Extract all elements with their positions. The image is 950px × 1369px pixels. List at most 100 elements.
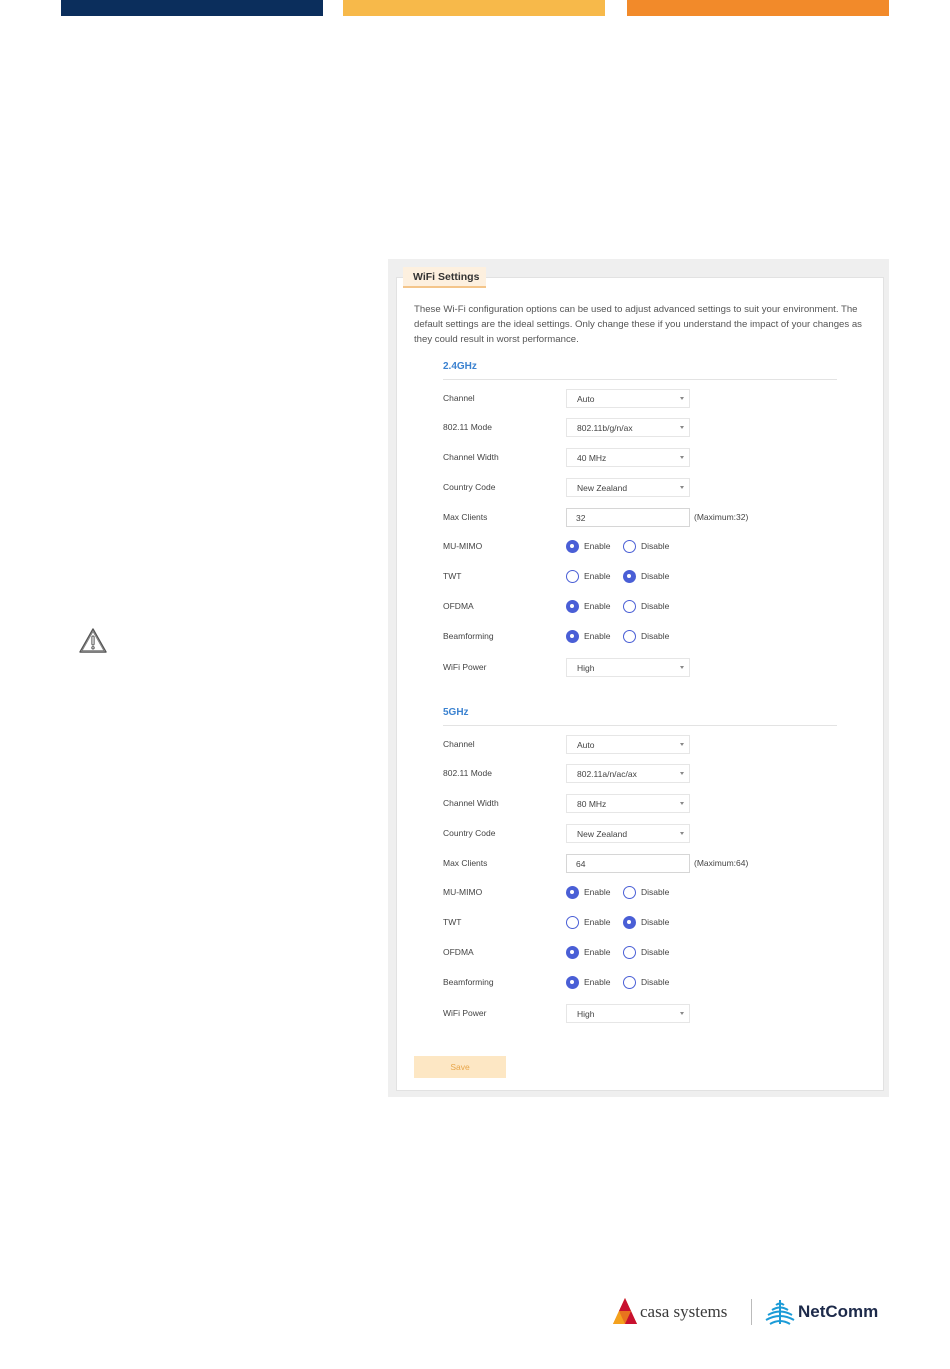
chevron-down-icon	[680, 486, 684, 489]
wifi-settings-tab[interactable]: WiFi Settings	[403, 267, 486, 288]
mumimo-disable-radio-5ghz[interactable]	[623, 886, 636, 899]
chevron-down-icon	[680, 456, 684, 459]
label-power: WiFi Power	[443, 662, 487, 672]
ofdma-disable-radio-24ghz[interactable]	[623, 600, 636, 613]
enable-label: Enable	[584, 571, 611, 581]
mumimo-enable-radio-5ghz[interactable]	[566, 886, 579, 899]
save-button[interactable]: Save	[414, 1056, 506, 1078]
label-mumimo: MU-MIMO	[443, 541, 483, 551]
disable-label: Disable	[641, 541, 670, 551]
label-channel: Channel	[443, 739, 475, 749]
disable-label: Disable	[641, 601, 670, 611]
row-max-clients-24ghz: Max Clients 32 (Maximum:32)	[443, 508, 843, 528]
label-country: Country Code	[443, 828, 496, 838]
enable-label: Enable	[584, 631, 611, 641]
label-mumimo: MU-MIMO	[443, 887, 483, 897]
label-country: Country Code	[443, 482, 496, 492]
chevron-down-icon	[680, 802, 684, 805]
select-value: 802.11b/g/n/ax	[577, 423, 633, 433]
row-ofdma-5ghz: OFDMA Enable Disable	[443, 943, 843, 963]
beamforming-enable-radio-24ghz[interactable]	[566, 630, 579, 643]
power-select-5ghz[interactable]: High	[566, 1004, 690, 1023]
label-max-clients: Max Clients	[443, 512, 488, 522]
label-mode: 802.11 Mode	[443, 422, 492, 432]
casa-systems-logo-text: casa systems	[640, 1302, 728, 1321]
header-bar-gold	[343, 0, 605, 16]
channel-select-5ghz[interactable]: Auto	[566, 735, 690, 754]
label-ofdma: OFDMA	[443, 601, 474, 611]
enable-label: Enable	[584, 917, 611, 927]
twt-disable-radio-24ghz[interactable]	[623, 570, 636, 583]
chevron-down-icon	[680, 743, 684, 746]
beamforming-disable-radio-24ghz[interactable]	[623, 630, 636, 643]
select-value: Auto	[577, 740, 595, 750]
row-beamforming-24ghz: Beamforming Enable Disable	[443, 627, 843, 647]
mode-select-24ghz[interactable]: 802.11b/g/n/ax	[566, 418, 690, 437]
header-bar-navy	[61, 0, 323, 16]
channel-select-24ghz[interactable]: Auto	[566, 389, 690, 408]
select-value: New Zealand	[577, 483, 628, 493]
ofdma-enable-radio-5ghz[interactable]	[566, 946, 579, 959]
select-value: 80 MHz	[577, 799, 607, 809]
row-max-clients-5ghz: Max Clients 64 (Maximum:64)	[443, 854, 843, 874]
row-country-5ghz: Country Code New Zealand	[443, 824, 843, 844]
section-title-24ghz: 2.4GHz	[443, 361, 477, 372]
row-channel-24ghz: Channel Auto	[443, 389, 843, 409]
width-select-5ghz[interactable]: 80 MHz	[566, 794, 690, 813]
disable-label: Disable	[641, 571, 670, 581]
row-twt-5ghz: TWT Enable Disable	[443, 913, 843, 933]
width-select-24ghz[interactable]: 40 MHz	[566, 448, 690, 467]
beamforming-disable-radio-5ghz[interactable]	[623, 976, 636, 989]
row-twt-24ghz: TWT Enable Disable	[443, 567, 843, 587]
row-ofdma-24ghz: OFDMA Enable Disable	[443, 597, 843, 617]
max-clients-input-24ghz[interactable]: 32	[566, 508, 690, 527]
twt-enable-radio-5ghz[interactable]	[566, 916, 579, 929]
label-beamforming: Beamforming	[443, 977, 494, 987]
label-power: WiFi Power	[443, 1008, 487, 1018]
beamforming-enable-radio-5ghz[interactable]	[566, 976, 579, 989]
row-channel-5ghz: Channel Auto	[443, 735, 843, 755]
label-width: Channel Width	[443, 798, 499, 808]
row-beamforming-5ghz: Beamforming Enable Disable	[443, 973, 843, 993]
disable-label: Disable	[641, 947, 670, 957]
intro-text: These Wi-Fi configuration options can be…	[414, 304, 862, 345]
twt-disable-radio-5ghz[interactable]	[623, 916, 636, 929]
enable-label: Enable	[584, 977, 611, 987]
row-mode-24ghz: 802.11 Mode 802.11b/g/n/ax	[443, 418, 843, 438]
label-max-clients: Max Clients	[443, 858, 488, 868]
chevron-down-icon	[680, 666, 684, 669]
country-select-5ghz[interactable]: New Zealand	[566, 824, 690, 843]
ofdma-disable-radio-5ghz[interactable]	[623, 946, 636, 959]
select-value: High	[577, 1009, 595, 1019]
label-beamforming: Beamforming	[443, 631, 494, 641]
mumimo-enable-radio-24ghz[interactable]	[566, 540, 579, 553]
netcomm-logo-text: NetComm	[798, 1302, 879, 1321]
wifi-settings-panel	[388, 259, 889, 1097]
disable-label: Disable	[641, 631, 670, 641]
enable-label: Enable	[584, 947, 611, 957]
mode-select-5ghz[interactable]: 802.11a/n/ac/ax	[566, 764, 690, 783]
label-mode: 802.11 Mode	[443, 768, 492, 778]
footer-logos: casa systems NetComm	[612, 1297, 884, 1327]
warning-icon	[79, 628, 107, 653]
disable-label: Disable	[641, 887, 670, 897]
twt-enable-radio-24ghz[interactable]	[566, 570, 579, 583]
enable-label: Enable	[584, 887, 611, 897]
chevron-down-icon	[680, 832, 684, 835]
section-divider-24ghz	[443, 379, 837, 380]
max-clients-input-5ghz[interactable]: 64	[566, 854, 690, 873]
header-bar-orange	[627, 0, 889, 16]
disable-label: Disable	[641, 977, 670, 987]
country-select-24ghz[interactable]: New Zealand	[566, 478, 690, 497]
chevron-down-icon	[680, 772, 684, 775]
enable-label: Enable	[584, 541, 611, 551]
row-power-5ghz: WiFi Power High	[443, 1004, 843, 1024]
row-mumimo-24ghz: MU-MIMO Enable Disable	[443, 537, 843, 557]
netcomm-logo-icon	[765, 1300, 795, 1325]
casa-logo-icon	[613, 1298, 637, 1324]
power-select-24ghz[interactable]: High	[566, 658, 690, 677]
mumimo-disable-radio-24ghz[interactable]	[623, 540, 636, 553]
ofdma-enable-radio-24ghz[interactable]	[566, 600, 579, 613]
disable-label: Disable	[641, 917, 670, 927]
section-divider-5ghz	[443, 725, 837, 726]
